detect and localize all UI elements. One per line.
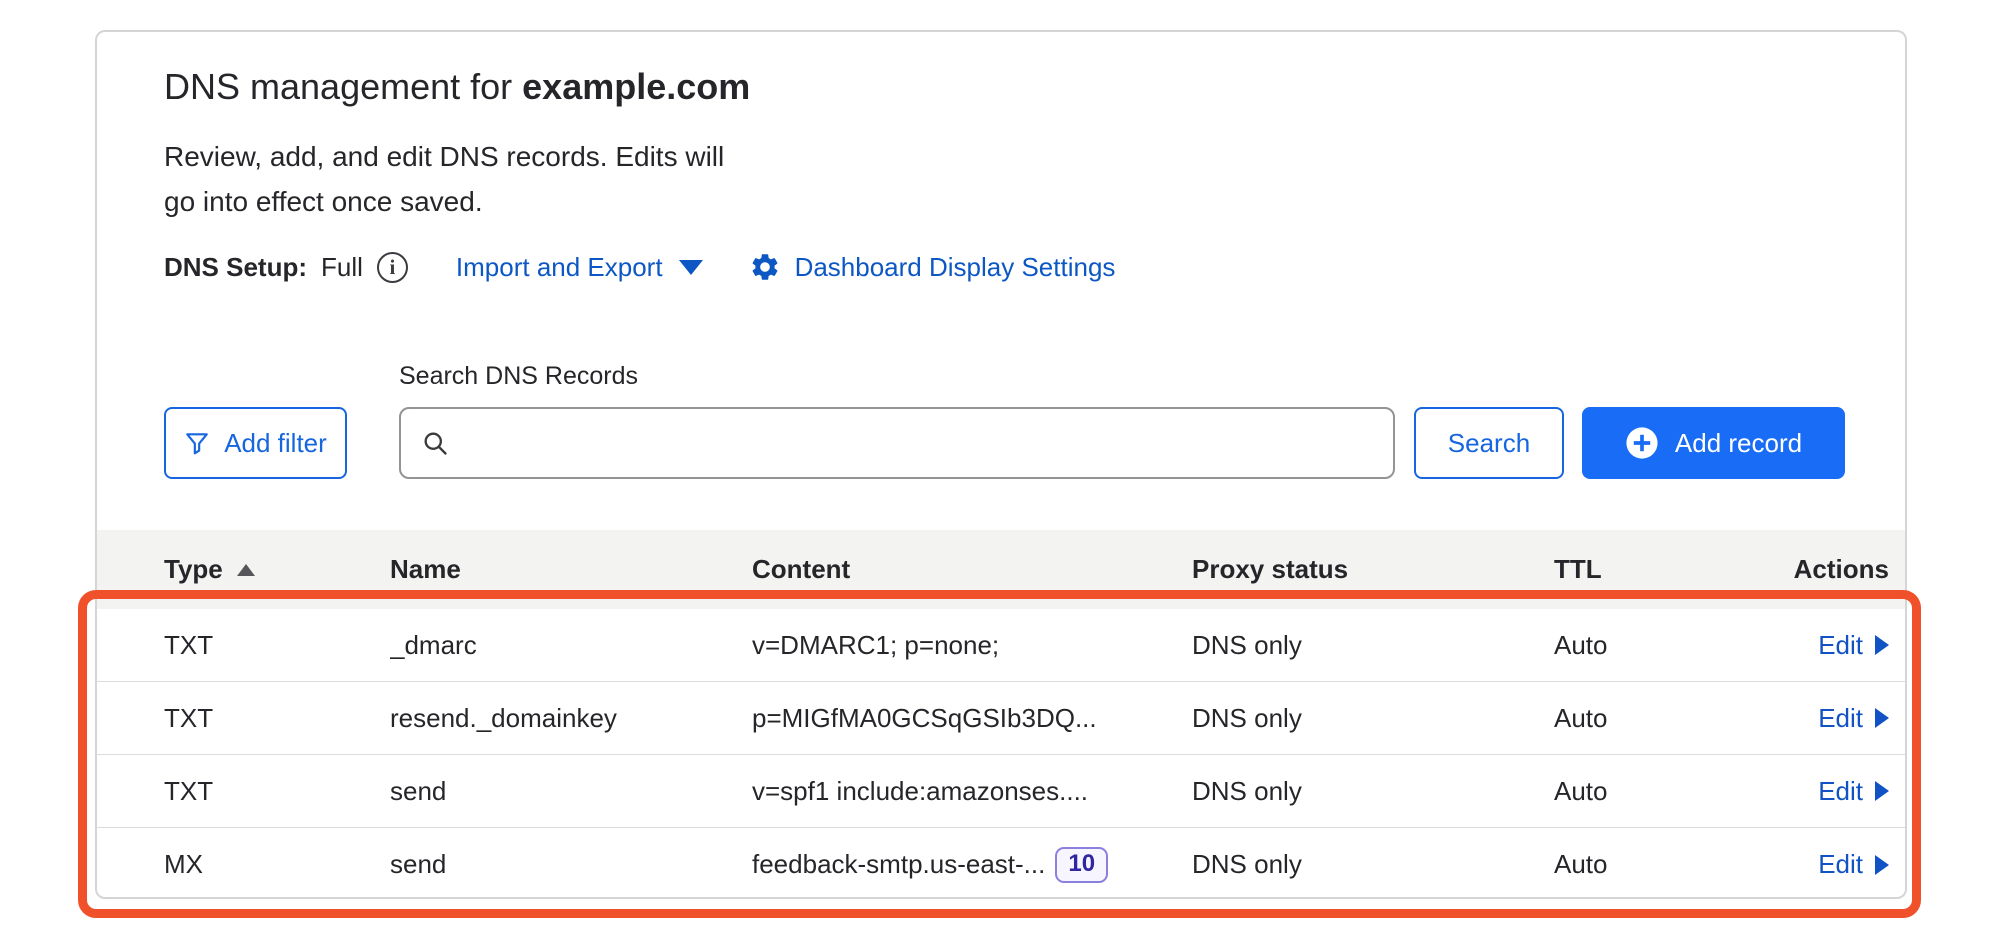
chevron-down-icon: [679, 260, 703, 275]
column-header-type-label: Type: [164, 554, 223, 585]
cell-type: TXT: [164, 630, 390, 661]
search-icon: [421, 429, 449, 457]
cell-name: _dmarc: [390, 630, 752, 661]
cell-proxy-status: DNS only: [1192, 630, 1554, 661]
import-export-link[interactable]: Import and Export: [456, 252, 703, 283]
cell-ttl: Auto: [1554, 849, 1764, 880]
edit-record-link[interactable]: Edit: [1818, 849, 1889, 880]
dns-setup-label: DNS Setup:: [164, 252, 307, 283]
search-button[interactable]: Search: [1414, 407, 1564, 479]
dashboard-display-settings-label: Dashboard Display Settings: [795, 252, 1116, 283]
plus-icon: [1625, 426, 1659, 460]
edit-record-link[interactable]: Edit: [1818, 703, 1889, 734]
edit-label: Edit: [1818, 849, 1863, 880]
cell-content: p=MIGfMA0GCSqGSIb3DQ...: [752, 703, 1192, 734]
table-row: MX send feedback-smtp.us-east-... 10 DNS…: [97, 828, 1905, 899]
cell-actions: Edit: [1764, 776, 1889, 807]
add-filter-button[interactable]: Add filter: [164, 407, 347, 479]
cell-content: v=DMARC1; p=none;: [752, 630, 1192, 661]
search-field-label: Search DNS Records: [399, 362, 638, 391]
subtitle-line-1: Review, add, and edit DNS records. Edits…: [164, 141, 724, 172]
cell-content: v=spf1 include:amazonses....: [752, 776, 1192, 807]
cell-type: MX: [164, 849, 390, 880]
chevron-right-icon: [1875, 781, 1889, 801]
edit-label: Edit: [1818, 703, 1863, 734]
edit-label: Edit: [1818, 776, 1863, 807]
gear-icon: [749, 251, 781, 283]
filter-icon: [184, 430, 210, 456]
chevron-right-icon: [1875, 635, 1889, 655]
cell-ttl: Auto: [1554, 630, 1764, 661]
edit-record-link[interactable]: Edit: [1818, 776, 1889, 807]
column-header-type[interactable]: Type: [164, 554, 390, 585]
dns-setup-value: Full: [321, 252, 363, 283]
cell-proxy-status: DNS only: [1192, 849, 1554, 880]
priority-badge: 10: [1055, 847, 1108, 883]
table-row: TXT _dmarc v=DMARC1; p=none; DNS only Au…: [97, 609, 1905, 682]
cell-content: feedback-smtp.us-east-... 10: [752, 847, 1192, 883]
add-record-label: Add record: [1675, 428, 1802, 459]
dns-records-table: TXT _dmarc v=DMARC1; p=none; DNS only Au…: [97, 609, 1905, 899]
cell-ttl: Auto: [1554, 703, 1764, 734]
cell-actions: Edit: [1764, 630, 1889, 661]
page-title-domain: example.com: [522, 66, 750, 107]
chevron-right-icon: [1875, 855, 1889, 875]
page-title-text: DNS management for: [164, 66, 522, 107]
edit-record-link[interactable]: Edit: [1818, 630, 1889, 661]
cell-content-text: feedback-smtp.us-east-...: [752, 849, 1045, 880]
table-row: TXT resend._domainkey p=MIGfMA0GCSqGSIb3…: [97, 682, 1905, 755]
search-box: [399, 407, 1395, 479]
page-subtitle: Review, add, and edit DNS records. Edits…: [164, 134, 724, 224]
column-header-ttl: TTL: [1554, 554, 1764, 585]
cell-actions: Edit: [1764, 849, 1889, 880]
page: DNS management for example.com Review, a…: [0, 0, 2012, 936]
search-input[interactable]: [463, 409, 1393, 477]
column-header-content: Content: [752, 554, 1192, 585]
cell-name: resend._domainkey: [390, 703, 752, 734]
sort-ascending-icon: [237, 564, 255, 576]
dns-setup-row: DNS Setup: Full i Import and Export Dash…: [164, 248, 1115, 286]
cell-proxy-status: DNS only: [1192, 703, 1554, 734]
table-row: TXT send v=spf1 include:amazonses.... DN…: [97, 755, 1905, 828]
add-filter-label: Add filter: [224, 428, 327, 459]
info-icon[interactable]: i: [377, 252, 408, 283]
column-header-actions: Actions: [1764, 554, 1889, 585]
cell-proxy-status: DNS only: [1192, 776, 1554, 807]
column-header-name: Name: [390, 554, 752, 585]
subtitle-line-2: go into effect once saved.: [164, 186, 483, 217]
page-title: DNS management for example.com: [164, 66, 750, 108]
cell-name: send: [390, 776, 752, 807]
add-record-button[interactable]: Add record: [1582, 407, 1845, 479]
cell-type: TXT: [164, 703, 390, 734]
cell-name: send: [390, 849, 752, 880]
cell-ttl: Auto: [1554, 776, 1764, 807]
dns-management-card: DNS management for example.com Review, a…: [95, 30, 1907, 899]
column-header-proxy-status: Proxy status: [1192, 554, 1554, 585]
cell-type: TXT: [164, 776, 390, 807]
import-export-label: Import and Export: [456, 252, 663, 283]
table-header-row: Type Name Content Proxy status TTL Actio…: [97, 530, 1905, 609]
chevron-right-icon: [1875, 708, 1889, 728]
edit-label: Edit: [1818, 630, 1863, 661]
dashboard-display-settings-link[interactable]: Dashboard Display Settings: [749, 251, 1116, 283]
cell-actions: Edit: [1764, 703, 1889, 734]
